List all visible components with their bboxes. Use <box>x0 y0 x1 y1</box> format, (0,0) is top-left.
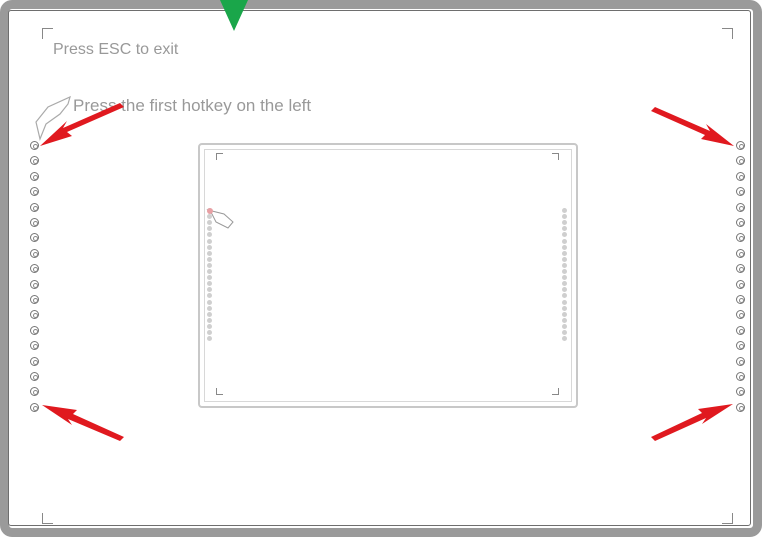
preview-active-dot <box>207 208 213 214</box>
arrow-top-right-icon <box>651 107 734 146</box>
green-marker-icon <box>220 0 248 31</box>
annotation-overlay <box>35 0 734 441</box>
arrow-bottom-left-icon <box>42 405 124 441</box>
arrow-bottom-right-icon <box>651 404 733 441</box>
